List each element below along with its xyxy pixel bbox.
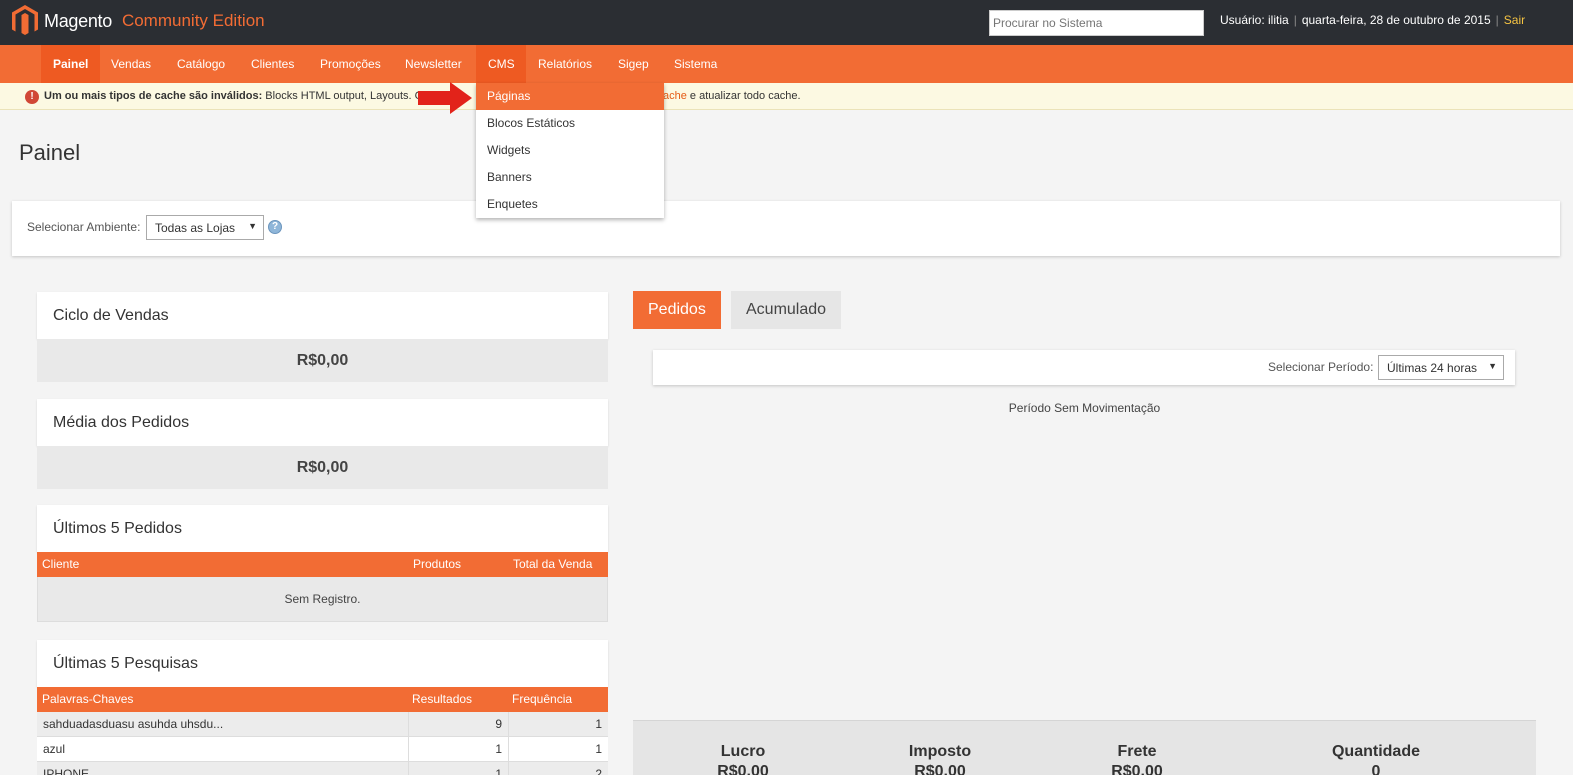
last-orders-box: Últimos 5 Pedidos Cliente Produtos Total…	[37, 505, 608, 622]
separator: |	[1293, 13, 1297, 27]
total-label: Lucro	[720, 743, 766, 760]
menu-item-banners[interactable]: Banners	[476, 164, 664, 191]
search-term: azul	[43, 742, 66, 756]
last-searches-box: Últimas 5 Pesquisas Palavras-Chaves Resu…	[37, 640, 608, 775]
column-header[interactable]: Cliente	[42, 552, 79, 577]
average-orders-box: Média dos Pedidos R$0,00	[37, 399, 608, 489]
total-value: R$0,00	[1111, 763, 1163, 775]
user-name: Usuário: ilitia	[1220, 13, 1289, 27]
nav-item-promocoes[interactable]: Promoções	[308, 45, 393, 83]
notice-tail-text: e atualizar todo cache.	[686, 90, 801, 102]
period-select[interactable]: Últimas 24 horas ▼	[1378, 355, 1504, 380]
search-term: IPHONE	[43, 767, 90, 775]
sales-cycle-box: Ciclo de Vendas R$0,00	[37, 292, 608, 382]
box-title: Últimas 5 Pesquisas	[37, 640, 608, 687]
box-title: Ciclo de Vendas	[37, 292, 608, 339]
logo-edition: Community Edition	[121, 11, 265, 30]
nav-item-catalogo[interactable]: Catálogo	[165, 45, 237, 83]
column-header[interactable]: Total da Venda	[513, 552, 592, 577]
column-header[interactable]: Resultados	[412, 687, 472, 712]
total-value: R$0,00	[914, 763, 966, 775]
notice-text: Blocks HTML output, Layouts. C	[262, 90, 423, 102]
total-label: Quantidade	[1331, 743, 1420, 760]
menu-item-widgets[interactable]: Widgets	[476, 137, 664, 164]
period-label: Selecionar Período:	[1268, 360, 1374, 374]
current-date: quarta-feira, 28 de outubro de 2015	[1301, 13, 1491, 27]
table-row[interactable]: azul 1 1	[37, 737, 608, 762]
search-frequency: 1	[508, 737, 608, 762]
nav-item-newsletter[interactable]: Newsletter	[393, 45, 474, 83]
total-quantity: Quantidade 0	[1276, 743, 1476, 775]
period-bar: Selecionar Período: Últimas 24 horas ▼	[653, 350, 1515, 385]
nav-item-painel[interactable]: Painel	[41, 45, 101, 83]
totals-bar: Lucro R$0,00 Imposto R$0,00 Frete R$0,00…	[633, 720, 1536, 775]
search-results: 9	[408, 712, 508, 737]
logo-text: Magento	[44, 10, 112, 31]
menu-item-blocos-estaticos[interactable]: Blocos Estáticos	[476, 110, 664, 137]
nav-item-sigep[interactable]: Sigep	[606, 45, 661, 83]
total-shipping: Frete R$0,00	[1037, 743, 1237, 775]
chart-empty-message: Período Sem Movimentação	[1008, 401, 1161, 415]
search-results: 1	[408, 762, 508, 775]
store-switcher-bar: Selecionar Ambiente: Todas as Lojas ▼ ?	[12, 201, 1560, 256]
store-select[interactable]: Todas as Lojas ▼	[146, 215, 264, 240]
box-title: Últimos 5 Pedidos	[37, 505, 608, 552]
help-icon[interactable]: ?	[268, 220, 282, 234]
store-select-value: Todas as Lojas	[155, 221, 236, 235]
box-value: R$0,00	[37, 339, 608, 382]
global-search-input[interactable]	[989, 10, 1204, 36]
menu-item-paginas[interactable]: Páginas	[476, 83, 664, 110]
table-row[interactable]: sahduadasduasu asuhda uhsdu... 9 1	[37, 712, 608, 737]
logout-link[interactable]: Sair	[1504, 13, 1525, 27]
main-nav: Painel Vendas Catálogo Clientes Promoçõe…	[0, 45, 1573, 83]
table-header: Cliente Produtos Total da Venda	[37, 552, 608, 577]
nav-item-cms[interactable]: CMS	[476, 45, 526, 83]
menu-item-enquetes[interactable]: Enquetes	[476, 191, 664, 218]
nav-item-sistema[interactable]: Sistema	[662, 45, 729, 83]
page-title: Painel	[19, 140, 81, 165]
nav-item-relatorios[interactable]: Relatórios	[526, 45, 604, 83]
box-title: Média dos Pedidos	[37, 399, 608, 446]
magento-logo[interactable]: Magento Community Edition	[12, 5, 265, 37]
total-value: R$0,00	[717, 763, 769, 775]
nav-item-vendas[interactable]: Vendas	[99, 45, 163, 83]
tab-pedidos[interactable]: Pedidos	[633, 291, 721, 329]
top-bar: Magento Community Edition Usuário: iliti…	[0, 0, 1573, 45]
total-label: Frete	[1117, 743, 1157, 760]
total-label: Imposto	[908, 743, 972, 760]
empty-message: Sem Registro.	[37, 577, 608, 622]
nav-item-clientes[interactable]: Clientes	[239, 45, 306, 83]
period-select-value: Últimas 24 horas	[1387, 361, 1478, 375]
total-value: 0	[1371, 763, 1381, 775]
notice-tail: ache e atualizar todo cache.	[663, 83, 801, 110]
table-header: Palavras-Chaves Resultados Frequência	[37, 687, 608, 712]
column-header[interactable]: Produtos	[413, 552, 461, 577]
magento-logo-icon	[12, 5, 38, 35]
search-term: sahduadasduasu asuhda uhsdu...	[43, 717, 224, 731]
cache-link[interactable]: ache	[663, 90, 687, 102]
chevron-down-icon: ▼	[248, 221, 257, 231]
box-value: R$0,00	[37, 446, 608, 489]
cache-notice: ! Um ou mais tipos de cache são inválido…	[0, 83, 1573, 110]
cms-dropdown-menu: Páginas Blocos Estáticos Widgets Banners…	[476, 83, 664, 218]
table-row[interactable]: IPHONE 1 2	[37, 762, 608, 775]
chevron-down-icon: ▼	[1488, 361, 1497, 371]
total-tax: Imposto R$0,00	[840, 743, 1040, 775]
column-header[interactable]: Palavras-Chaves	[42, 687, 133, 712]
red-arrow-icon	[418, 82, 472, 114]
notice-bold: Um ou mais tipos de cache são inválidos:	[44, 90, 263, 102]
error-icon: !	[25, 90, 39, 104]
store-label: Selecionar Ambiente:	[27, 220, 141, 234]
search-frequency: 2	[508, 762, 608, 775]
tab-acumulado[interactable]: Acumulado	[731, 291, 842, 329]
total-profit: Lucro R$0,00	[643, 743, 843, 775]
separator: |	[1495, 13, 1499, 27]
user-info: Usuário: ilitia | quarta-feira, 28 de outu…	[1220, 13, 1525, 27]
search-frequency: 1	[508, 712, 608, 737]
column-header[interactable]: Frequência	[512, 687, 572, 712]
search-results: 1	[408, 737, 508, 762]
